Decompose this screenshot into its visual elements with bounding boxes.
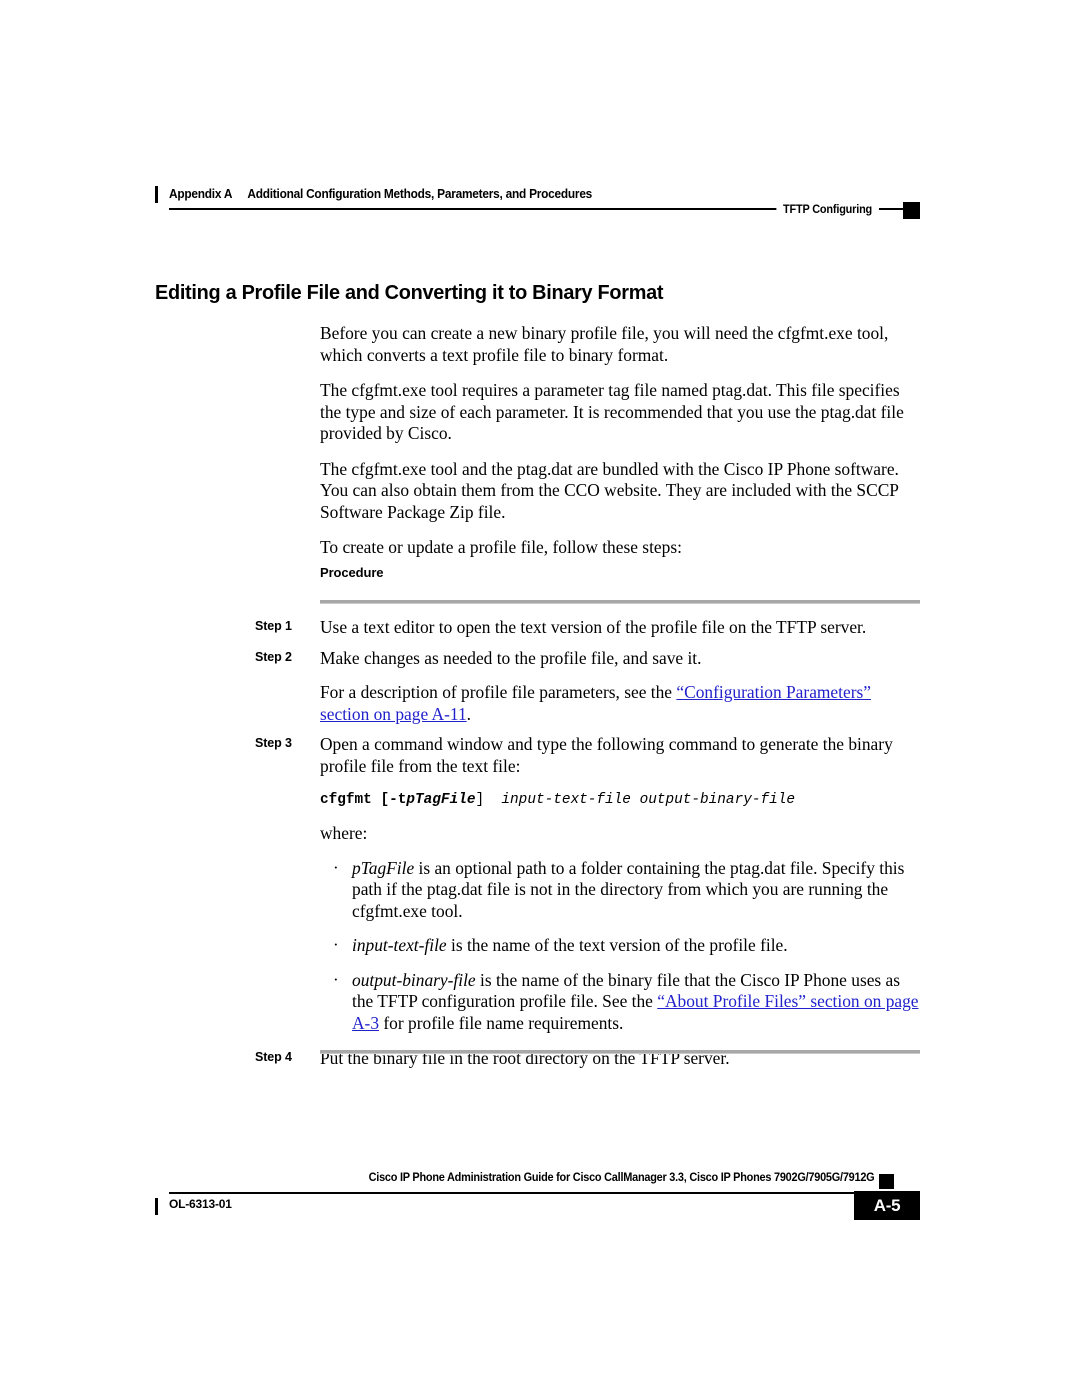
definition-term: output-binary-file bbox=[352, 969, 476, 990]
header-appendix-label: Appendix A bbox=[169, 187, 233, 201]
cross-reference-lead: For a description of profile file parame… bbox=[320, 682, 677, 702]
command-arguments: input-text-file output-binary-file bbox=[501, 792, 796, 808]
procedure-rule-top bbox=[320, 600, 920, 604]
step-label: Step 2 bbox=[255, 649, 292, 664]
footer-rule-container bbox=[155, 1192, 920, 1215]
definition-text: is an optional path to a folder containi… bbox=[352, 857, 905, 921]
step-cross-reference: For a description of profile file parame… bbox=[320, 682, 920, 725]
footer-tick-marker bbox=[155, 1198, 158, 1215]
footer-document-id: OL-6313-01 bbox=[169, 1197, 232, 1211]
procedure-steps: Step 1 Use a text editor to open the tex… bbox=[0, 617, 1080, 1079]
intro-paragraph-1: Before you can create a new binary profi… bbox=[320, 323, 889, 365]
command-option-close: ] bbox=[475, 792, 485, 808]
step-body: Make changes as needed to the profile fi… bbox=[320, 648, 920, 726]
list-item: input-text-file is the name of the text … bbox=[320, 934, 920, 957]
command-name: cfgfmt bbox=[320, 792, 372, 808]
command-option-open: [-t bbox=[380, 792, 407, 808]
footer-guide-title: Cisco IP Phone Administration Guide for … bbox=[368, 1172, 874, 1184]
syntax-definition-list: pTagFile is an optional path to a folder… bbox=[320, 857, 920, 1035]
page-title: Editing a Profile File and Converting it… bbox=[155, 281, 664, 304]
definition-text: is the name of the text version of the p… bbox=[446, 935, 788, 955]
definition-term: input-text-file bbox=[352, 935, 447, 955]
intro-paragraph-3: The cfgfmt.exe tool and the ptag.dat are… bbox=[320, 458, 899, 522]
procedure-rule-bottom bbox=[320, 1050, 920, 1054]
step-item: Step 2 Make changes as needed to the pro… bbox=[0, 648, 1080, 726]
intro-paragraph-4: To create or update a profile file, foll… bbox=[320, 537, 682, 557]
step-text: Use a text editor to open the text versi… bbox=[320, 617, 867, 637]
header-square-marker bbox=[903, 202, 920, 219]
header-tick-marker bbox=[155, 186, 158, 203]
step-label: Step 4 bbox=[255, 1050, 292, 1064]
step-text: Make changes as needed to the profile fi… bbox=[320, 647, 702, 668]
step-text: Open a command window and type the follo… bbox=[320, 734, 893, 776]
intro-paragraph-2: The cfgfmt.exe tool requires a parameter… bbox=[320, 380, 904, 443]
step-body: Open a command window and type the follo… bbox=[320, 734, 920, 1034]
footer-page-number: A-5 bbox=[854, 1191, 920, 1220]
footer-rule bbox=[169, 1192, 920, 1194]
header-section-label: TFTP Configuring bbox=[776, 204, 879, 216]
step-item: Step 1 Use a text editor to open the tex… bbox=[0, 617, 1080, 639]
procedure-heading: Procedure bbox=[320, 565, 384, 580]
header-chapter-title: Additional Configuration Methods, Parame… bbox=[247, 187, 593, 201]
step-item: Step 3 Open a command window and type th… bbox=[0, 734, 1080, 1034]
page-header: Appendix A Additional Configuration Metho… bbox=[155, 186, 920, 219]
header-title-text: Appendix A Additional Configuration Metho… bbox=[169, 186, 592, 203]
header-title-row: Appendix A Additional Configuration Metho… bbox=[155, 186, 920, 206]
step-label: Step 3 bbox=[255, 736, 292, 750]
cross-reference-tail: . bbox=[466, 703, 472, 724]
intro-paragraphs: Before you can create a new binary profi… bbox=[320, 323, 920, 559]
command-syntax: cfgfmt [-tpTagFile] input-text-file outp… bbox=[320, 790, 920, 810]
step-body: Use a text editor to open the text versi… bbox=[320, 617, 920, 639]
where-label: where: bbox=[320, 823, 368, 843]
definition-term: pTagFile bbox=[352, 857, 415, 878]
footer-square-marker bbox=[879, 1174, 894, 1189]
definition-text-tail: for profile file name requirements. bbox=[379, 1012, 624, 1033]
step-label: Step 1 bbox=[255, 619, 292, 633]
document-page: Appendix A Additional Configuration Metho… bbox=[0, 0, 1080, 1397]
list-item: output-binary-file is the name of the bi… bbox=[320, 969, 920, 1035]
list-item: pTagFile is an optional path to a folder… bbox=[320, 857, 920, 923]
command-option-argument: pTagFile bbox=[406, 792, 476, 808]
